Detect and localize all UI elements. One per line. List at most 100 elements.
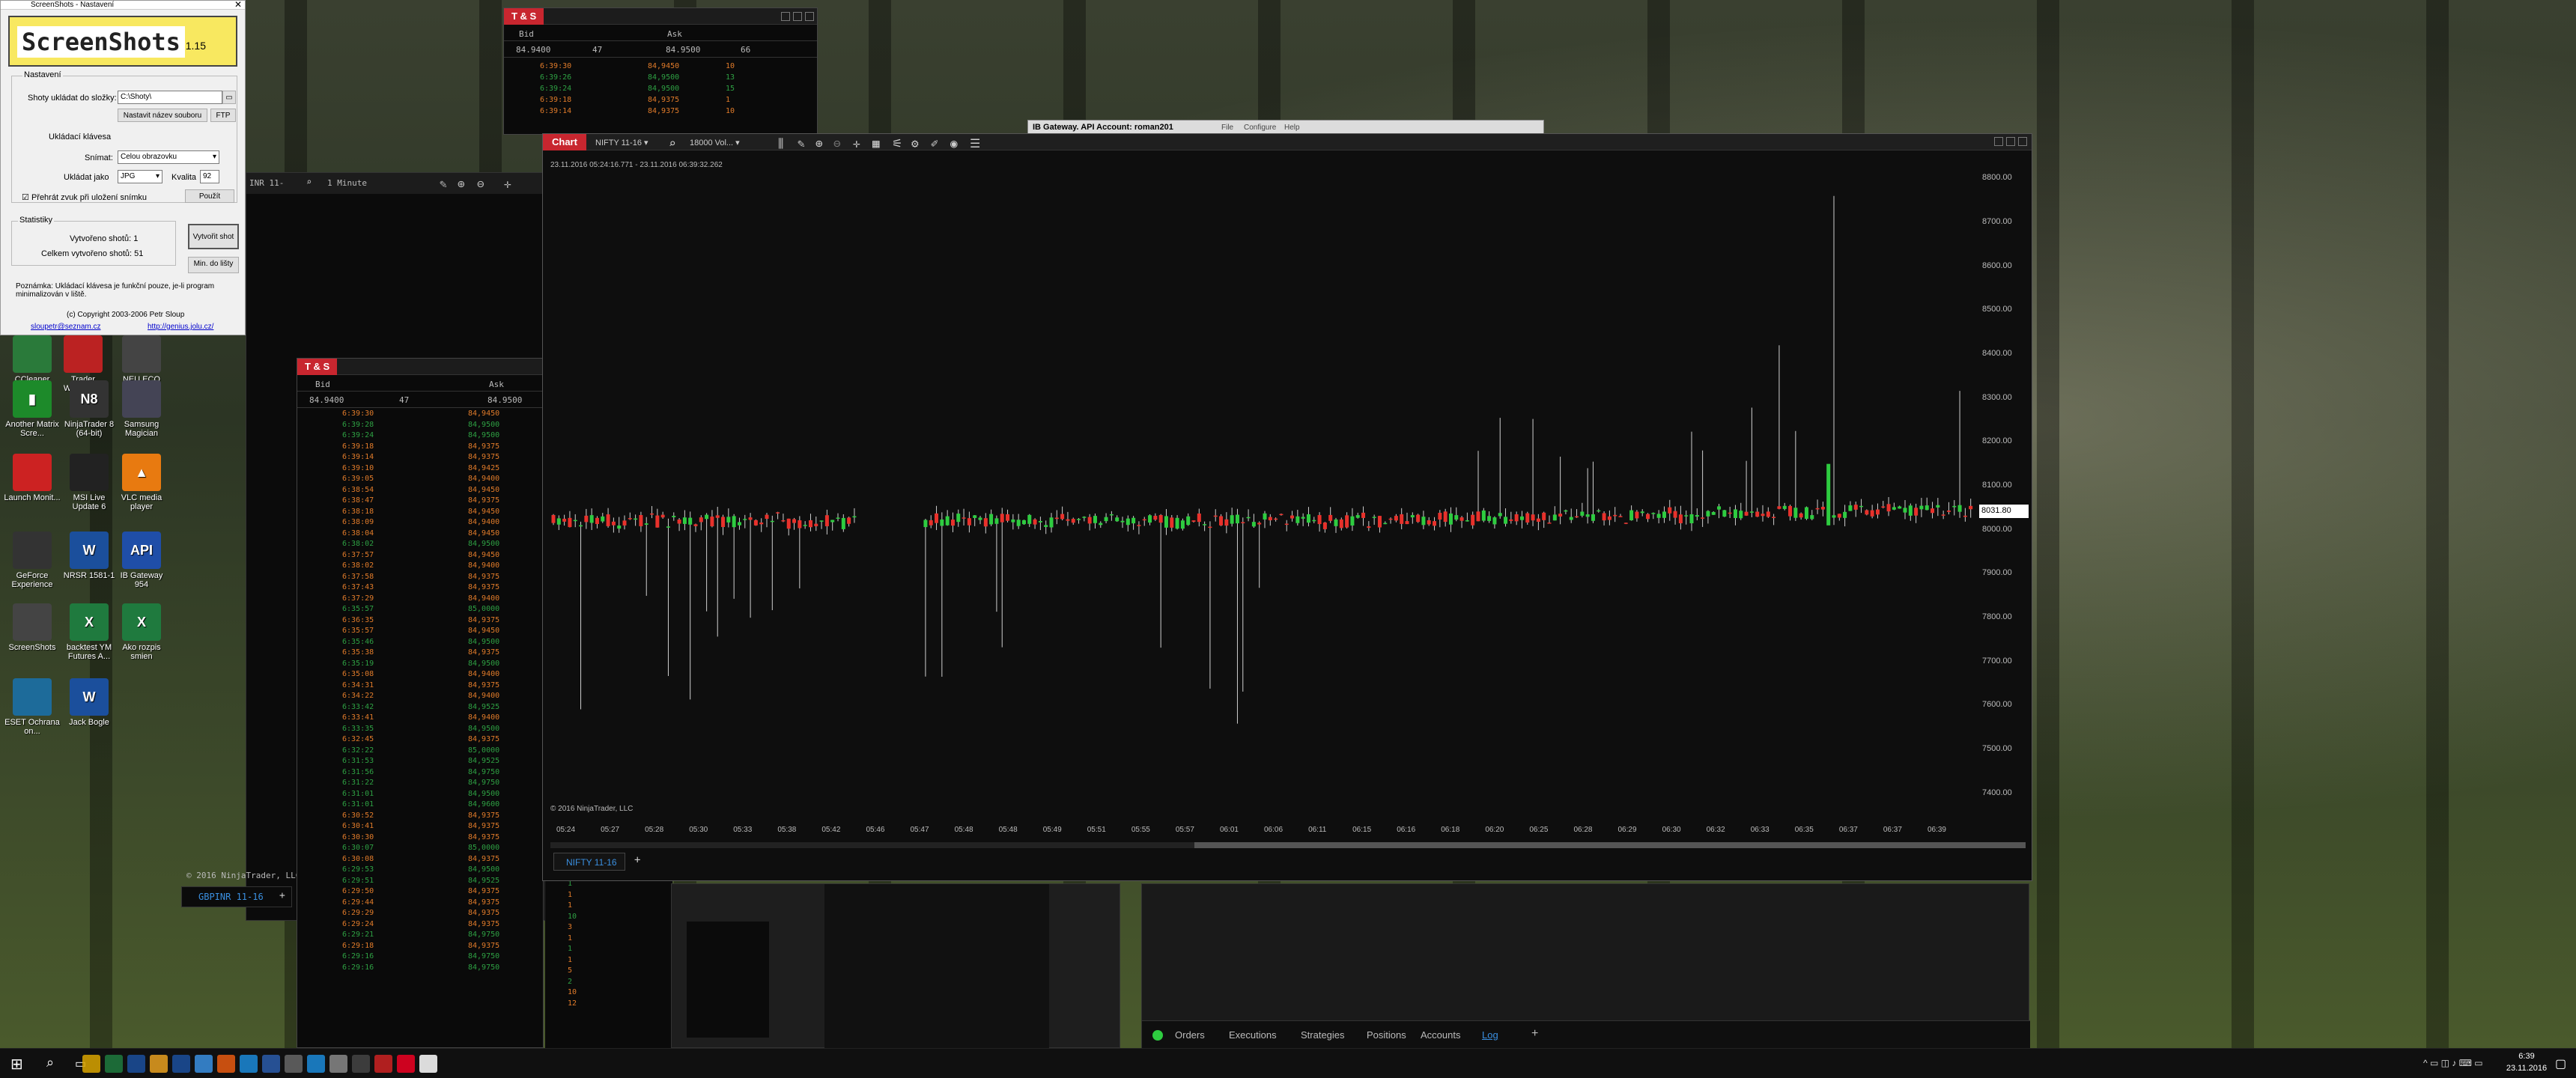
menu-file[interactable]: File (1221, 124, 1233, 132)
ftp-button[interactable]: FTP (210, 109, 236, 122)
screenshots-icon[interactable] (419, 1055, 437, 1073)
crosshair-icon[interactable]: ✛ (853, 136, 860, 150)
format-select[interactable]: JPG ▾ (118, 170, 162, 183)
app-icon[interactable] (397, 1055, 415, 1073)
desktop-icon[interactable]: X Ako rozpis smien (112, 603, 171, 661)
save-folder-input[interactable]: C:\Shoty\ (118, 91, 222, 104)
minimize-icon[interactable] (781, 12, 790, 21)
desktop-icon[interactable]: ▲ VLC media player (112, 454, 171, 511)
zoom-out-icon[interactable]: ⊖ (477, 177, 484, 191)
ts-small-tab[interactable]: T & S (504, 8, 544, 25)
zoom-in-icon[interactable]: ⊕ (815, 136, 823, 150)
firefox-icon[interactable] (217, 1055, 235, 1073)
website-link[interactable]: http://genius.jolu.cz/ (148, 323, 213, 331)
network-icon[interactable] (307, 1055, 325, 1073)
zoom-in-icon[interactable]: ⊕ (458, 177, 465, 191)
chart-bottom-tab[interactable]: NIFTY 11-16 (553, 853, 625, 871)
control-center-tab[interactable]: Strategies (1301, 1029, 1345, 1041)
filename-button[interactable]: Nastavit název souboru (118, 109, 207, 122)
close-icon[interactable] (2018, 137, 2027, 146)
menu-configure[interactable]: Configure (1244, 124, 1276, 132)
add-tab-icon[interactable]: + (634, 854, 640, 866)
email-link[interactable]: sloupetr@seznam.cz (31, 323, 101, 331)
scrollbar-thumb[interactable] (1194, 842, 2026, 848)
control-center-tab[interactable]: Accounts (1421, 1029, 1460, 1041)
word-icon[interactable] (127, 1055, 145, 1073)
notification-icon[interactable]: ▢ (2555, 1056, 2566, 1071)
crosshair-icon[interactable]: ✛ (504, 177, 511, 191)
desktop-icon[interactable]: ESET Ochrana on... (3, 678, 61, 736)
desktop-icon[interactable]: Samsung Magician (112, 380, 171, 438)
tray-icons[interactable]: ^ ▭ ◫ ♪ ⌨ ▭ (2423, 1058, 2483, 1068)
grid-icon[interactable]: ▦ (872, 136, 880, 150)
create-shot-button[interactable]: Vytvořit shot (188, 224, 239, 249)
price-axis[interactable]: 8800.00 8700.00 8600.00 8500.00 8400.00 8300.… (1979, 156, 2029, 815)
menu-help[interactable]: Help (1284, 124, 1300, 132)
maximize-icon[interactable] (2006, 137, 2015, 146)
desktop-icon[interactable]: Launch Monit... (3, 454, 61, 502)
interval-select[interactable]: 18000 Vol... ▾ (690, 138, 740, 147)
desktop-icon[interactable]: MSI Live Update 6 (60, 454, 118, 511)
close-icon[interactable] (805, 12, 814, 21)
quality-input[interactable]: 92 (200, 170, 219, 183)
zoom-out-icon[interactable]: ⊖ (833, 136, 841, 150)
desktop-icon[interactable]: ScreenShots (3, 603, 61, 652)
drawing-icon[interactable]: ✐ (931, 136, 938, 150)
desktop-icon[interactable]: W NRSR 1581-1 (60, 532, 118, 580)
control-center-tab[interactable]: Positions (1367, 1029, 1406, 1041)
control-center-tab[interactable]: Orders (1175, 1029, 1205, 1041)
terminal-icon[interactable] (352, 1055, 370, 1073)
record-icon[interactable]: ◉ (950, 136, 958, 150)
back-chart-instrument[interactable]: INR 11- (249, 178, 284, 188)
pencil-icon[interactable]: ✎ (440, 177, 447, 191)
tool-icon[interactable] (285, 1055, 303, 1073)
list-icon[interactable]: ☰ (970, 136, 980, 150)
folder-browse-icon[interactable]: ▭ (222, 91, 236, 104)
ts-large-tab[interactable]: T & S (297, 359, 338, 375)
ie-icon[interactable] (195, 1055, 213, 1073)
candlestick-chart[interactable] (549, 156, 1979, 815)
apply-button[interactable]: Použít (185, 189, 234, 203)
search-icon[interactable]: ⌕ (306, 177, 312, 187)
time-axis[interactable]: 05:24 05:27 05:28 05:30 05:33 05:38 05:42 05:46… (549, 824, 1979, 838)
clock-time[interactable]: 6:39 (2504, 1052, 2549, 1061)
strategy-icon[interactable]: ⚙ (911, 136, 919, 150)
maximize-icon[interactable] (793, 12, 802, 21)
app-icon[interactable] (329, 1055, 347, 1073)
desktop-icon[interactable]: GeForce Experience (3, 532, 61, 589)
minimize-icon[interactable] (1994, 137, 2003, 146)
minimize-to-tray-button[interactable]: Min. do lišty (188, 257, 239, 273)
app-icon[interactable] (374, 1055, 392, 1073)
excel-icon[interactable] (105, 1055, 123, 1073)
instrument-select[interactable]: NIFTY 11-16 ▾ (595, 138, 648, 147)
checkbox-icon[interactable]: ☑ (22, 193, 29, 202)
edge-icon[interactable] (240, 1055, 258, 1073)
remote-desktop-icon[interactable] (262, 1055, 280, 1073)
bars-icon[interactable]: ⫼ (778, 136, 783, 151)
pencil-icon[interactable]: ✎ (798, 136, 805, 150)
add-tab-icon[interactable]: + (1531, 1027, 1538, 1041)
chart-tab[interactable]: Chart (543, 134, 586, 150)
app-icon[interactable] (150, 1055, 168, 1073)
desktop-icon[interactable]: W Jack Bogle (60, 678, 118, 727)
control-center-tab[interactable]: Log (1482, 1029, 1498, 1041)
capture-select[interactable]: Celou obrazovku ▾ (118, 150, 219, 164)
clock-date[interactable]: 23.11.2016 (2497, 1064, 2557, 1073)
control-center-tab[interactable]: Executions (1229, 1029, 1277, 1041)
add-tab-icon[interactable]: + (279, 890, 285, 901)
sound-checkbox[interactable]: ☑ Přehrát zvuk při uložení snímku (22, 192, 147, 202)
start-icon[interactable]: ⊞ (10, 1055, 23, 1074)
file-explorer-icon[interactable] (82, 1055, 100, 1073)
back-chart-tab[interactable]: GBPINR 11-16 (198, 892, 264, 902)
desktop-icon[interactable]: N8 NinjaTrader 8 (64-bit) (60, 380, 118, 438)
horizontal-scrollbar[interactable] (550, 842, 2026, 848)
search-icon[interactable]: ⌕ (46, 1055, 54, 1071)
desktop-icon[interactable]: CCleaner (3, 335, 61, 384)
desktop-icon[interactable]: API IB Gateway 954 (112, 532, 171, 589)
outlook-icon[interactable] (172, 1055, 190, 1073)
close-icon[interactable]: ✕ (234, 0, 242, 10)
indicators-icon[interactable]: ⚟ (892, 136, 902, 150)
back-chart-interval[interactable]: 1 Minute (327, 178, 367, 188)
search-icon[interactable]: ⌕ (669, 136, 676, 150)
desktop-icon[interactable]: ▮ Another Matrix Scre... (3, 380, 61, 438)
